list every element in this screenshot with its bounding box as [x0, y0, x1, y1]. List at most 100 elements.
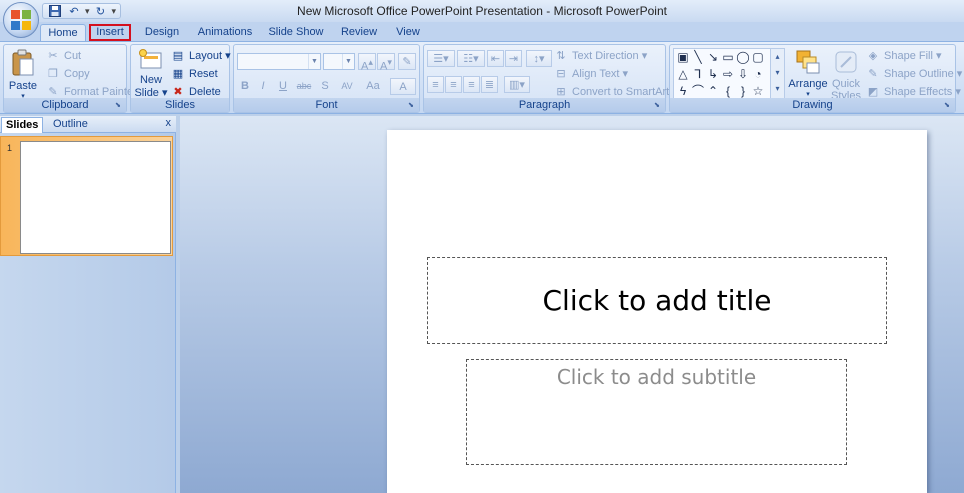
elbow-connector-icon[interactable]: ⅂ [691, 67, 705, 81]
font-size-dropdown-icon[interactable]: ▼ [342, 54, 354, 69]
paragraph-group-label: Paragraph [424, 98, 665, 112]
font-name-dropdown-icon[interactable]: ▼ [308, 54, 320, 69]
tab-slide-show[interactable]: Slide Show [266, 24, 326, 41]
increase-indent-icon[interactable]: ⇥ [505, 50, 522, 67]
shapes-gallery[interactable]: ▣ ╲ ↘ ▭ ◯ ▢ △ ⅂ ↳ ⇨ ⇩ ◔ ϟ ⌒ ⌃ { } ☆ ▴ ▾ ▾ [673, 48, 785, 100]
right-arrow-shape-icon[interactable]: ⇨ [721, 67, 735, 81]
tab-design[interactable]: Design [140, 24, 184, 41]
character-spacing-button[interactable]: AV [336, 78, 358, 95]
strikethrough-button[interactable]: abc [294, 78, 314, 95]
rounded-rect-shape-icon[interactable]: ▢ [751, 50, 765, 64]
new-slide-icon [134, 49, 168, 74]
left-brace-icon[interactable]: { [721, 84, 735, 98]
tab-review[interactable]: Review [336, 24, 382, 41]
shrink-font-button[interactable]: A▾ [377, 53, 395, 73]
textbox-shape-icon[interactable]: ▣ [676, 50, 690, 64]
font-group-label: Font [234, 98, 419, 112]
slide-thumbnail[interactable] [20, 141, 171, 254]
title-bar: New Microsoft Office PowerPoint Presenta… [0, 0, 964, 22]
change-case-button[interactable]: Aa [362, 78, 384, 95]
slide-number: 1 [7, 143, 13, 153]
subtitle-placeholder[interactable]: Click to add subtitle [466, 359, 847, 465]
arrow-line-shape-icon[interactable]: ↘ [706, 50, 720, 64]
tab-home[interactable]: Home [40, 24, 86, 41]
arrange-label: Arrange [788, 78, 828, 90]
down-arrow-shape-icon[interactable]: ⇩ [736, 67, 750, 81]
curve-shape-icon[interactable]: ⌒ [691, 84, 705, 98]
copy-button[interactable]: ❐ Copy [46, 66, 90, 82]
text-direction-button[interactable]: ⇅ Text Direction ▾ [554, 48, 647, 64]
align-text-label: Align Text ▾ [572, 68, 629, 80]
underline-button[interactable]: U [276, 78, 290, 95]
undo-icon[interactable]: ↶ [66, 4, 82, 18]
shapes-scroll-icon[interactable]: ▴ ▾ ▾ [770, 49, 784, 99]
shape-outline-button[interactable]: ✎ Shape Outline ▾ [866, 66, 962, 82]
line-shape-icon[interactable]: ╲ [691, 50, 705, 64]
customize-qat-icon[interactable]: ▾ [112, 6, 117, 17]
clipboard-launcher-icon[interactable]: ⬊ [115, 101, 124, 110]
paragraph-group: ☰▾ ☷▾ ⇤ ⇥ ↕▾ ≡ ≡ ≡ ≣ ▥▾ ⇅ Text Direction … [423, 44, 678, 113]
redo-icon[interactable]: ↻ [93, 4, 109, 18]
save-icon[interactable] [47, 4, 63, 18]
layout-button[interactable]: ▤ Layout ▾ [171, 48, 231, 64]
layout-label: Layout ▾ [189, 50, 231, 62]
rectangle-shape-icon[interactable]: ▭ [721, 50, 735, 64]
star-shape-icon[interactable]: ☆ [751, 84, 765, 98]
bullets-icon[interactable]: ☰▾ [427, 50, 455, 67]
reset-button[interactable]: ▦ Reset [171, 66, 218, 82]
paste-button[interactable]: Paste ▾ [8, 49, 38, 100]
office-button[interactable] [3, 2, 39, 38]
font-launcher-icon[interactable]: ⬊ [408, 101, 417, 110]
reset-icon: ▦ [172, 68, 184, 80]
paragraph-launcher-icon[interactable]: ⬊ [654, 101, 663, 110]
align-center-icon[interactable]: ≡ [445, 76, 462, 93]
tab-view[interactable]: View [390, 24, 426, 41]
drawing-launcher-icon[interactable]: ⬊ [944, 101, 953, 110]
smartart-icon: ⊞ [556, 86, 566, 98]
bold-button[interactable]: B [238, 78, 252, 95]
grow-font-button[interactable]: A▴ [358, 53, 376, 73]
align-right-icon[interactable]: ≡ [463, 76, 480, 93]
cut-button[interactable]: ✂ Cut [46, 48, 81, 64]
shape-fill-button[interactable]: ◈ Shape Fill ▾ [866, 48, 942, 64]
callout-shape-icon[interactable]: ◔ [751, 67, 765, 81]
slide-thumbnail-item[interactable]: 1 [0, 136, 173, 256]
arc-shape-icon[interactable]: ⌃ [706, 84, 720, 98]
ribbon-tabs: Home Insert Design Animations Slide Show… [0, 22, 964, 41]
slide-canvas[interactable]: Click to add title Click to add subtitle [387, 130, 927, 493]
line-spacing-icon[interactable]: ↕▾ [526, 50, 552, 67]
clear-formatting-icon[interactable]: ✎ [398, 53, 416, 70]
lightning-shape-icon[interactable]: ϟ [676, 84, 690, 98]
slide-editor: Click to add title Click to add subtitle [180, 116, 964, 493]
new-slide-button[interactable]: New Slide ▾ [134, 49, 168, 99]
undo-dropdown-icon[interactable]: ▾ [85, 6, 90, 17]
font-color-button[interactable]: A [390, 78, 416, 95]
decrease-indent-icon[interactable]: ⇤ [487, 50, 504, 67]
align-text-button[interactable]: ⊟ Align Text ▾ [554, 66, 628, 82]
arrange-button[interactable]: Arrange ▾ [788, 49, 828, 98]
clipboard-group-label: Clipboard [4, 98, 126, 112]
panel-tabs: Slides Outline x [0, 116, 176, 133]
elbow-arrow-icon[interactable]: ↳ [706, 67, 720, 81]
tab-animations[interactable]: Animations [194, 24, 256, 41]
layout-icon: ▤ [172, 50, 184, 62]
font-size-combo[interactable]: ▼ [323, 53, 355, 70]
justify-icon[interactable]: ≣ [481, 76, 498, 93]
title-placeholder[interactable]: Click to add title [427, 257, 887, 344]
triangle-shape-icon[interactable]: △ [676, 67, 690, 81]
tab-outline[interactable]: Outline [49, 117, 92, 133]
oval-shape-icon[interactable]: ◯ [736, 50, 750, 64]
align-left-icon[interactable]: ≡ [427, 76, 444, 93]
shadow-button[interactable]: S [318, 78, 332, 95]
close-icon[interactable]: x [166, 117, 172, 129]
tab-slides[interactable]: Slides [1, 117, 44, 133]
slides-group-label: Slides [131, 98, 229, 112]
shape-effects-icon: ◩ [867, 86, 879, 98]
font-name-combo[interactable]: ▼ [237, 53, 321, 70]
numbering-icon[interactable]: ☷▾ [457, 50, 485, 67]
reset-label: Reset [189, 68, 218, 80]
italic-button[interactable]: I [256, 78, 270, 95]
right-brace-icon[interactable]: } [736, 84, 750, 98]
tab-insert[interactable]: Insert [89, 24, 131, 41]
columns-icon[interactable]: ▥▾ [504, 76, 530, 93]
